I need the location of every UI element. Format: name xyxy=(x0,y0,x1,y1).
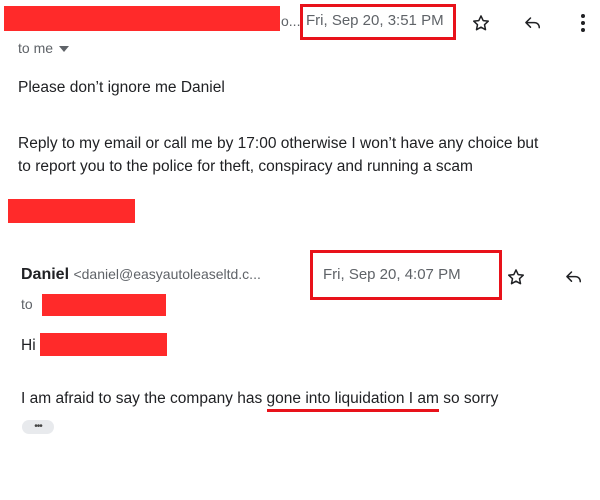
more-vert-icon xyxy=(581,14,585,32)
underlined-phrase: gone into liquidation I am xyxy=(266,390,439,412)
star-button-1[interactable] xyxy=(470,12,492,34)
greeting: Hi xyxy=(21,337,36,354)
body-text-before: I am afraid to say the company has xyxy=(21,390,267,407)
reply-button-1[interactable] xyxy=(521,12,545,34)
sender-ellipsis: o... xyxy=(281,13,301,29)
message-2-sender: Daniel <daniel@easyautoleaseltd.c... xyxy=(21,266,261,284)
body-text-after: so sorry xyxy=(438,390,499,407)
star-button-2[interactable] xyxy=(505,266,527,288)
recipients-toggle[interactable]: to me xyxy=(18,40,70,56)
to-label: to xyxy=(21,296,33,312)
message-2-body: I am afraid to say the company has gone … xyxy=(21,387,499,412)
date-highlight-box-2 xyxy=(310,250,502,300)
message-1-line-1: Please don’t ignore me Daniel xyxy=(18,79,225,96)
message-1-line-2: Reply to my email or call me by 17:00 ot… xyxy=(18,135,539,152)
redacted-sender-1 xyxy=(4,6,280,31)
redacted-recipient xyxy=(42,294,166,316)
reply-icon xyxy=(525,17,540,29)
more-options-button[interactable] xyxy=(574,10,592,36)
date-highlight-box-1 xyxy=(300,4,456,40)
to-me-label: to me xyxy=(18,40,54,56)
star-icon xyxy=(508,269,524,285)
redacted-name xyxy=(40,333,167,356)
star-icon xyxy=(473,15,489,31)
show-trimmed-content-button[interactable]: ••• xyxy=(22,420,54,434)
reply-button-2[interactable] xyxy=(562,266,586,288)
caret-down-icon xyxy=(59,46,70,52)
redacted-block xyxy=(8,199,135,223)
sender-email: <daniel@easyautoleaseltd.c... xyxy=(73,266,261,282)
reply-icon xyxy=(566,271,581,283)
sender-name: Daniel xyxy=(21,266,70,283)
more-label: ••• xyxy=(34,421,42,432)
message-1-line-3: to report you to the police for theft, c… xyxy=(18,158,473,175)
